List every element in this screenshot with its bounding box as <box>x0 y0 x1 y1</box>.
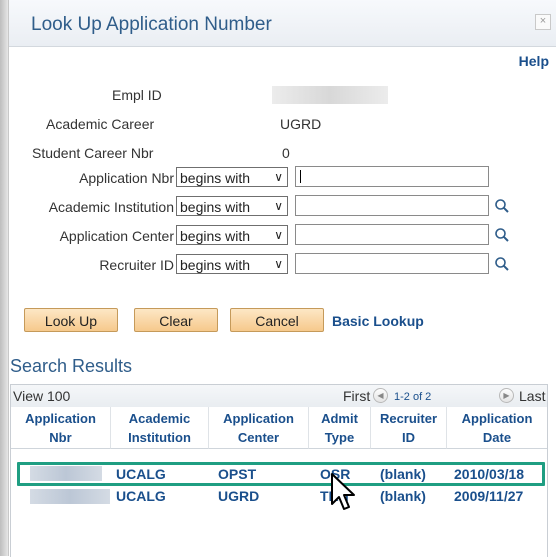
student-career-nbr-value: 0 <box>282 145 290 161</box>
col-application-date[interactable]: Application Date <box>447 407 547 449</box>
col-academic-institution[interactable]: Academic Institution <box>111 407 209 449</box>
last-link[interactable]: Last <box>519 388 545 404</box>
operator-value: begins with <box>180 228 251 244</box>
prev-arrow-icon[interactable]: ◀ <box>373 388 388 403</box>
col-header-line2: ID <box>402 430 415 445</box>
empl-id-label: Empl ID <box>112 87 162 103</box>
mouse-pointer-icon <box>331 473 355 510</box>
clear-button[interactable]: Clear <box>134 308 218 332</box>
empl-id-value-redacted <box>272 86 388 104</box>
magnifier-icon[interactable] <box>494 198 510 214</box>
search-results-title: Search Results <box>10 356 133 376</box>
academic-institution-input[interactable] <box>295 195 489 216</box>
col-header-line2: Nbr <box>49 430 72 445</box>
table-cell-institution[interactable]: UCALG <box>116 487 166 506</box>
next-arrow-icon[interactable]: ▶ <box>499 388 514 403</box>
application-nbr-redacted[interactable] <box>30 489 110 504</box>
help-link[interactable]: Help <box>519 53 549 69</box>
close-icon[interactable]: × <box>535 14 551 30</box>
selected-row-highlight <box>17 462 545 486</box>
col-admit-type[interactable]: Admit Type <box>309 407 371 449</box>
window-shadow <box>0 0 8 556</box>
application-nbr-input[interactable] <box>295 166 489 187</box>
col-header-line2: Date <box>482 430 512 445</box>
row-count: 1-2 of 2 <box>394 391 432 403</box>
col-header-line1: Academic <box>128 411 191 426</box>
table-cell-center[interactable]: UGRD <box>218 487 259 506</box>
recruiter-id-label: Recruiter ID <box>99 257 174 273</box>
chevron-down-icon: ∨ <box>274 199 283 213</box>
application-center-operator[interactable]: begins with ∨ <box>176 225 288 245</box>
academic-career-label: Academic Career <box>46 116 155 132</box>
operator-value: begins with <box>180 257 251 273</box>
application-nbr-operator[interactable]: begins with ∨ <box>176 167 288 187</box>
col-header-line2: Center <box>237 430 280 445</box>
text-caret <box>300 170 301 183</box>
academic-career-value: UGRD <box>280 116 322 132</box>
view-100-link[interactable]: View 100 <box>13 388 70 404</box>
col-header-line2: Institution <box>128 430 191 445</box>
recruiter-id-input[interactable] <box>295 253 489 274</box>
table-cell-date[interactable]: 2009/11/27 <box>454 487 523 506</box>
operator-value: begins with <box>180 199 251 215</box>
col-header-line1: Application <box>25 411 96 426</box>
operator-value: begins with <box>180 170 251 186</box>
col-header-line1: Application <box>223 411 294 426</box>
application-nbr-label: Application Nbr <box>79 170 174 186</box>
academic-institution-operator[interactable]: begins with ∨ <box>176 196 288 216</box>
basic-lookup-link[interactable]: Basic Lookup <box>332 313 424 329</box>
look-up-button[interactable]: Look Up <box>24 308 118 332</box>
col-header-line1: Admit <box>321 411 358 426</box>
magnifier-icon[interactable] <box>494 227 510 243</box>
first-link[interactable]: First <box>343 388 370 404</box>
chevron-down-icon: ∨ <box>274 228 283 242</box>
col-recruiter-id[interactable]: Recruiter ID <box>371 407 447 449</box>
application-center-input[interactable] <box>295 224 489 245</box>
chevron-down-icon: ∨ <box>274 257 283 271</box>
magnifier-icon[interactable] <box>494 256 510 272</box>
col-application-center[interactable]: Application Center <box>209 407 309 449</box>
grid-navigation-bar: View 100 First ◀ 1-2 of 2 ▶ Last <box>11 385 547 408</box>
application-center-label: Application Center <box>59 228 174 244</box>
cancel-button[interactable]: Cancel <box>230 308 324 332</box>
student-career-nbr-label: Student Career Nbr <box>32 145 154 161</box>
col-application-nbr[interactable]: Application Nbr <box>11 407 111 449</box>
dialog-title: Look Up Application Number <box>31 14 272 35</box>
col-header-line1: Recruiter <box>379 411 438 426</box>
table-cell-recruiter[interactable]: (blank) <box>380 487 426 506</box>
chevron-down-icon: ∨ <box>274 170 283 184</box>
col-header-line2: Type <box>324 430 355 445</box>
recruiter-id-operator[interactable]: begins with ∨ <box>176 254 288 274</box>
dialog-titlebar: Look Up Application Number × <box>9 0 556 47</box>
academic-institution-label: Academic Institution <box>48 199 174 215</box>
col-header-line1: Application <box>461 411 533 426</box>
